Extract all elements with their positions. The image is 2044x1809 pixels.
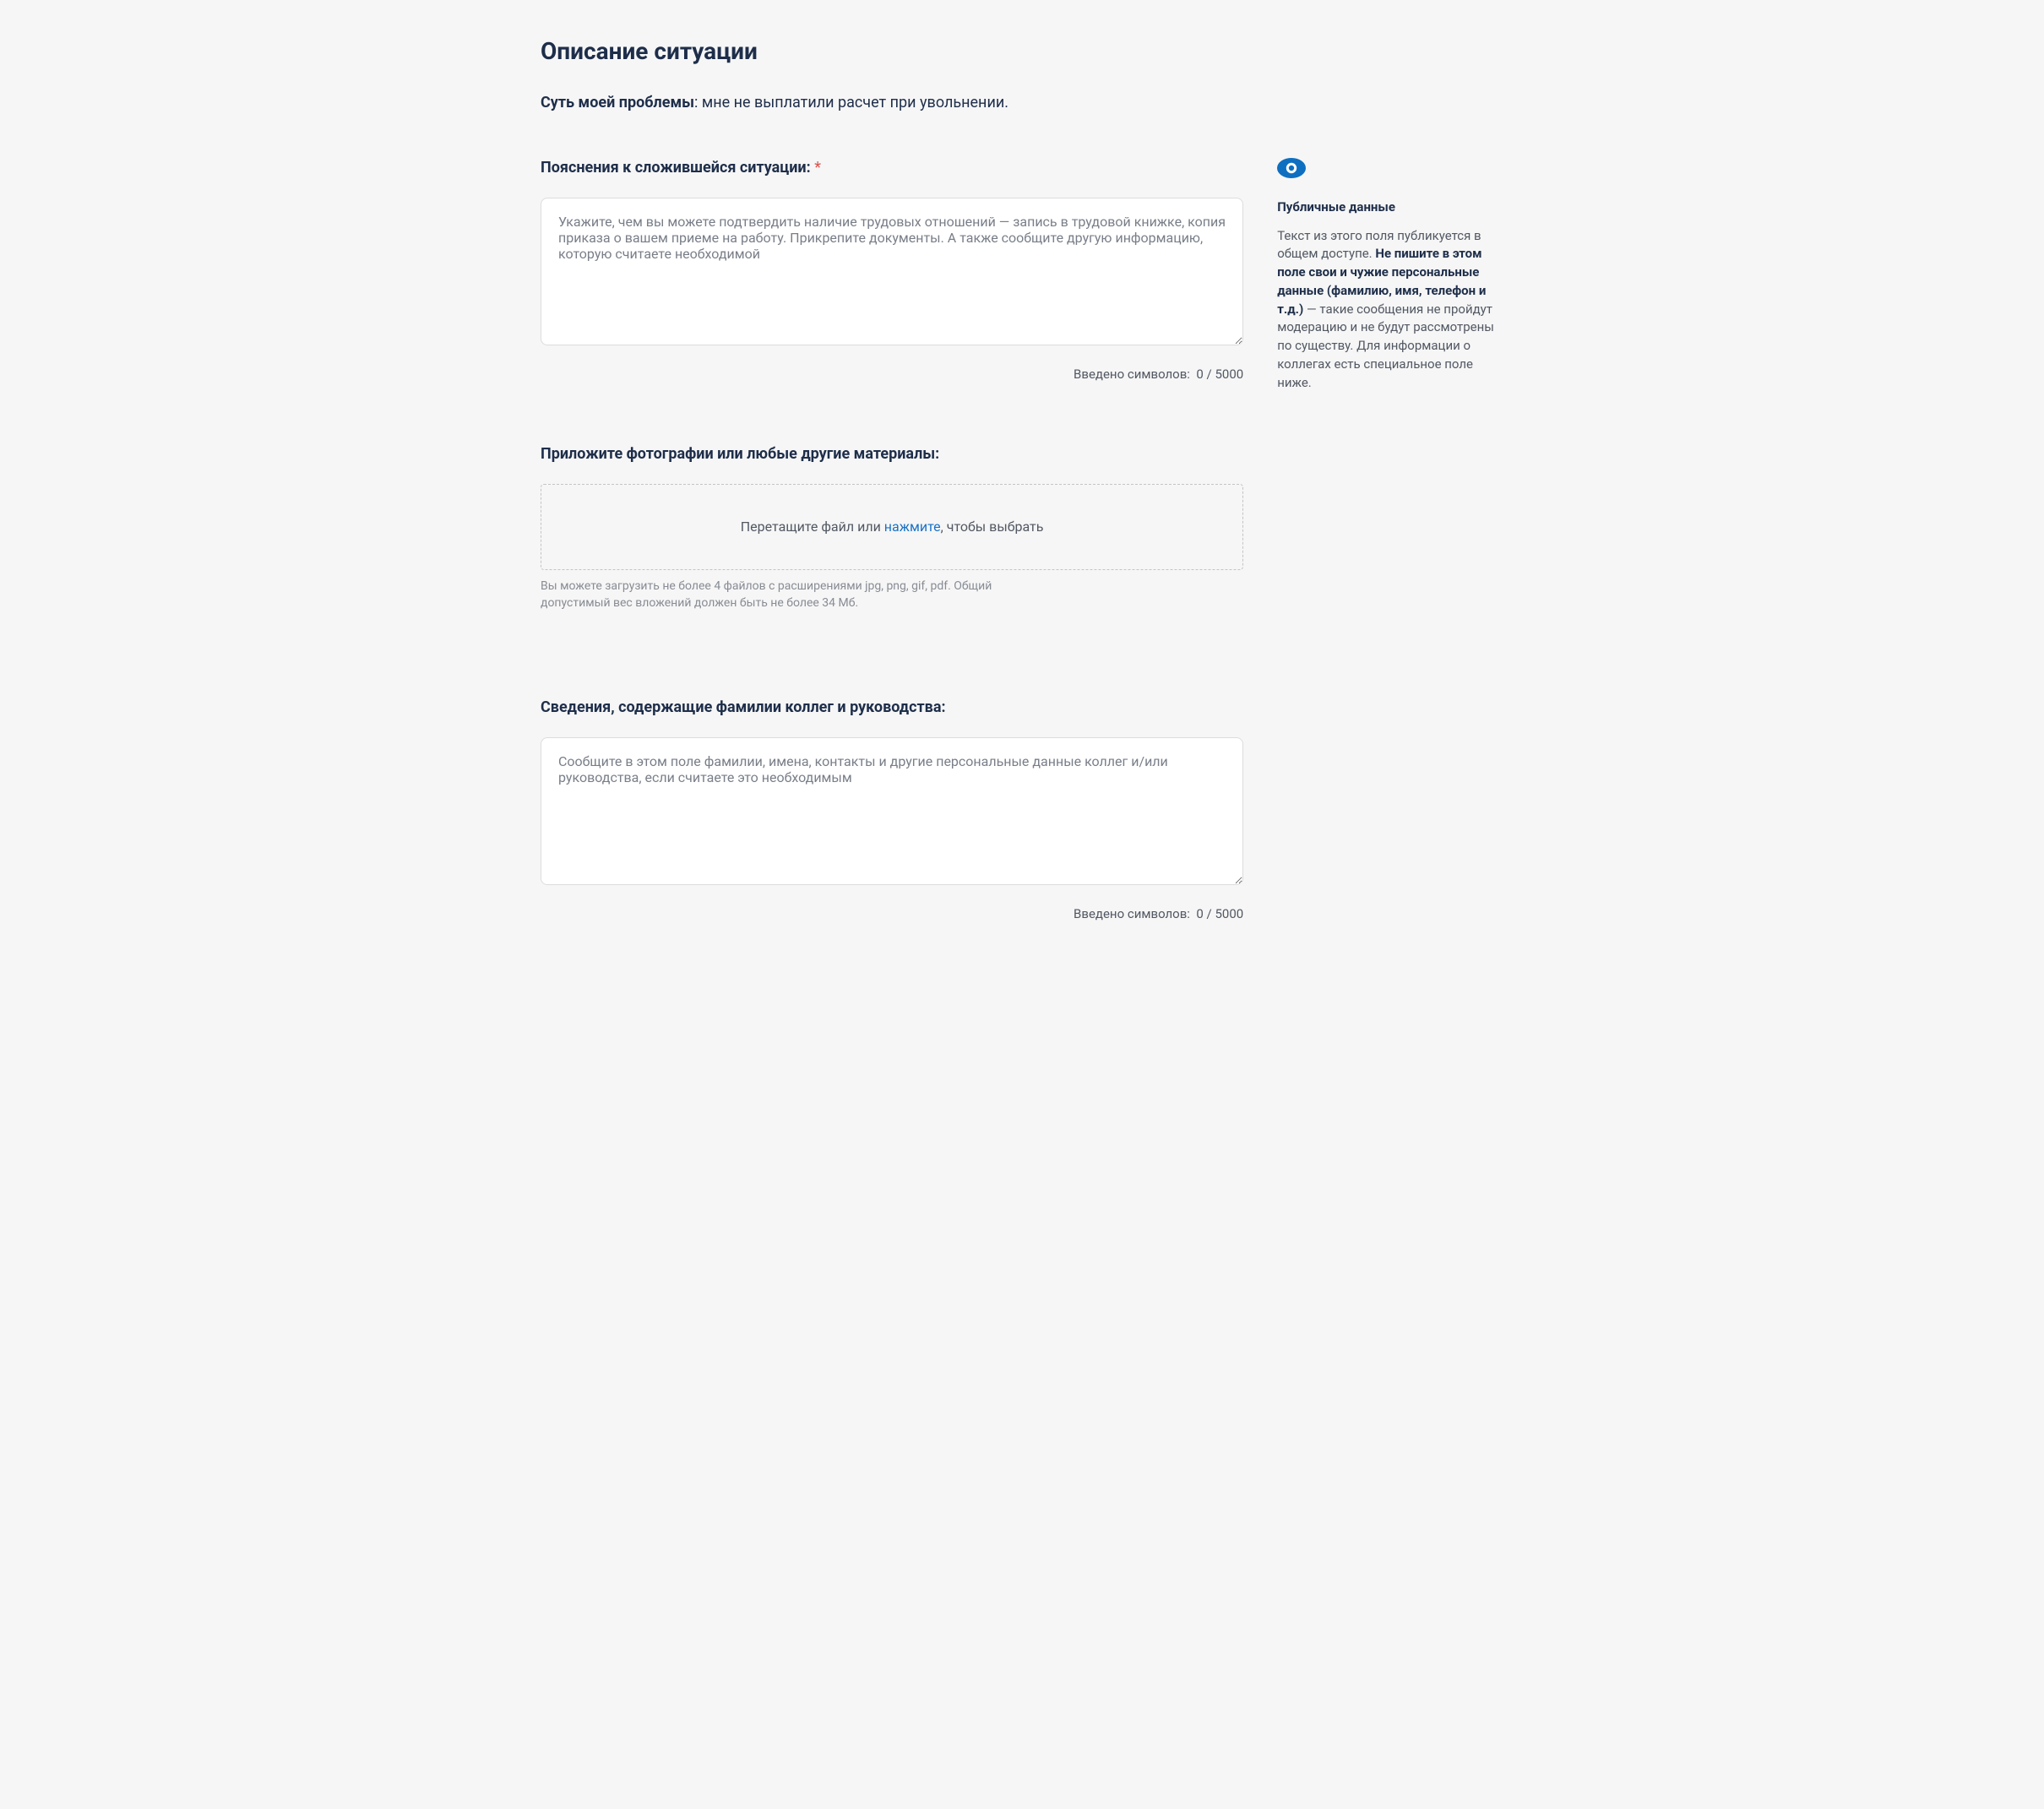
colleagues-textarea[interactable] (541, 737, 1243, 885)
explanation-label: Пояснения к сложившейся ситуации: * (541, 156, 1243, 179)
problem-separator: : (694, 94, 702, 111)
explanation-counter-label: Введено символов: (1074, 367, 1190, 382)
file-dropzone[interactable]: Перетащите файл или нажмите, чтобы выбра… (541, 484, 1243, 570)
dropzone-link[interactable]: нажмите (884, 519, 941, 535)
problem-label: Суть моей проблемы (541, 94, 694, 111)
attachments-label: Приложите фотографии или любые другие ма… (541, 443, 1243, 465)
page-heading: Описание ситуации (541, 34, 1503, 69)
eye-icon (1277, 158, 1306, 178)
colleagues-counter-label: Введено символов: (1074, 906, 1190, 921)
aside-title: Публичные данные (1277, 198, 1503, 217)
required-mark: * (814, 159, 821, 177)
explanation-counter: Введено символов: 0 / 5000 (541, 365, 1243, 384)
attachments-hint: Вы можете загрузить не более 4 файлов с … (541, 579, 1064, 611)
dropzone-text-before: Перетащите файл или (741, 519, 884, 535)
aside-text-after: — такие сообщения не пройдут модерацию и… (1277, 302, 1494, 390)
colleagues-counter-value: 0 / 5000 (1196, 906, 1243, 921)
colleagues-label: Сведения, содержащие фамилии коллег и ру… (541, 696, 1243, 719)
explanation-counter-value: 0 / 5000 (1196, 367, 1243, 382)
aside-text: Текст из этого поля публикуется в общем … (1277, 227, 1503, 393)
colleagues-counter: Введено символов: 0 / 5000 (541, 904, 1243, 924)
dropzone-text-after: , чтобы выбрать (941, 519, 1044, 535)
explanation-textarea[interactable] (541, 198, 1243, 345)
public-data-aside: Публичные данные Текст из этого поля пуб… (1277, 156, 1503, 392)
explanation-label-text: Пояснения к сложившейся ситуации: (541, 159, 811, 177)
problem-essence: Суть моей проблемы: мне не выплатили рас… (541, 91, 1503, 114)
problem-text: мне не выплатили расчет при увольнении. (702, 94, 1008, 111)
